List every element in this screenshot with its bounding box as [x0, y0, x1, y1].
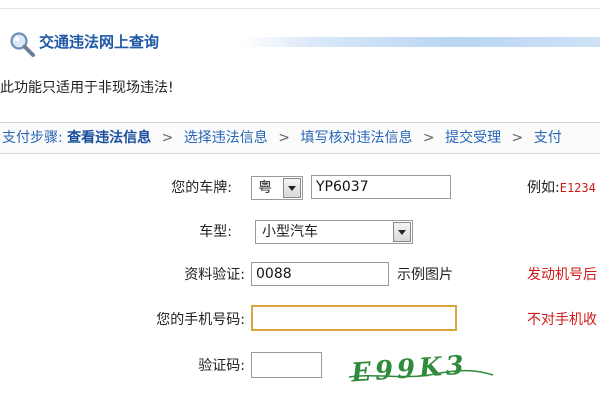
- chevron-down-icon[interactable]: [393, 222, 411, 242]
- chevron-right-icon: >: [278, 130, 290, 146]
- chevron-right-icon: >: [511, 130, 524, 146]
- step-pay: 支付: [533, 130, 562, 146]
- page-title: 交通违法网上查询: [39, 33, 160, 51]
- vehicle-type-label: 车型:: [199, 224, 232, 240]
- captcha-input[interactable]: [251, 352, 322, 378]
- page-header: 交通违法网上查询: [0, 20, 600, 64]
- payment-steps: 支付步骤: 查看违法信息 > 选择违法信息 > 填写核对违法信息 > 提交受理 …: [0, 122, 600, 154]
- step-select-violation: 选择违法信息: [183, 130, 268, 146]
- captcha-text: E99K3: [349, 350, 468, 387]
- province-value: 粤: [258, 180, 272, 196]
- phone-hint: 不对手机收: [527, 312, 597, 328]
- phone-label: 您的手机号码:: [156, 312, 245, 328]
- vehicle-type-value: 小型汽车: [262, 224, 318, 240]
- sample-image-link[interactable]: 示例图片: [397, 265, 453, 285]
- vehicle-type-select[interactable]: 小型汽车: [255, 220, 413, 244]
- step-view-violation: 查看违法信息: [67, 130, 152, 146]
- steps-label: 支付步骤:: [2, 130, 63, 146]
- notice-text: 此功能只适用于非现场违法!: [0, 80, 174, 96]
- top-divider: [0, 8, 600, 9]
- plate-label: 您的车牌:: [171, 180, 232, 196]
- verification-input[interactable]: [251, 262, 389, 286]
- search-icon: [10, 32, 35, 57]
- verification-hint: 发动机号后: [527, 267, 597, 283]
- chevron-down-icon[interactable]: [283, 178, 301, 198]
- step-submit: 提交受理: [445, 130, 502, 146]
- step-fill-check: 填写核对违法信息: [300, 130, 413, 146]
- plate-number-input[interactable]: [311, 175, 451, 199]
- plate-example: 例如:E1234: [527, 178, 596, 198]
- example-label: 例如:: [527, 180, 560, 196]
- verification-label: 资料验证:: [184, 267, 245, 283]
- phone-input[interactable]: [251, 305, 457, 331]
- chevron-right-icon: >: [161, 130, 174, 146]
- chevron-right-icon: >: [422, 130, 435, 146]
- captcha-label: 验证码:: [198, 358, 245, 374]
- example-code: E1234: [559, 181, 596, 195]
- province-select[interactable]: 粤: [251, 176, 303, 200]
- title-gradient-bar: [240, 37, 600, 47]
- captcha-image[interactable]: E99K3: [345, 347, 495, 387]
